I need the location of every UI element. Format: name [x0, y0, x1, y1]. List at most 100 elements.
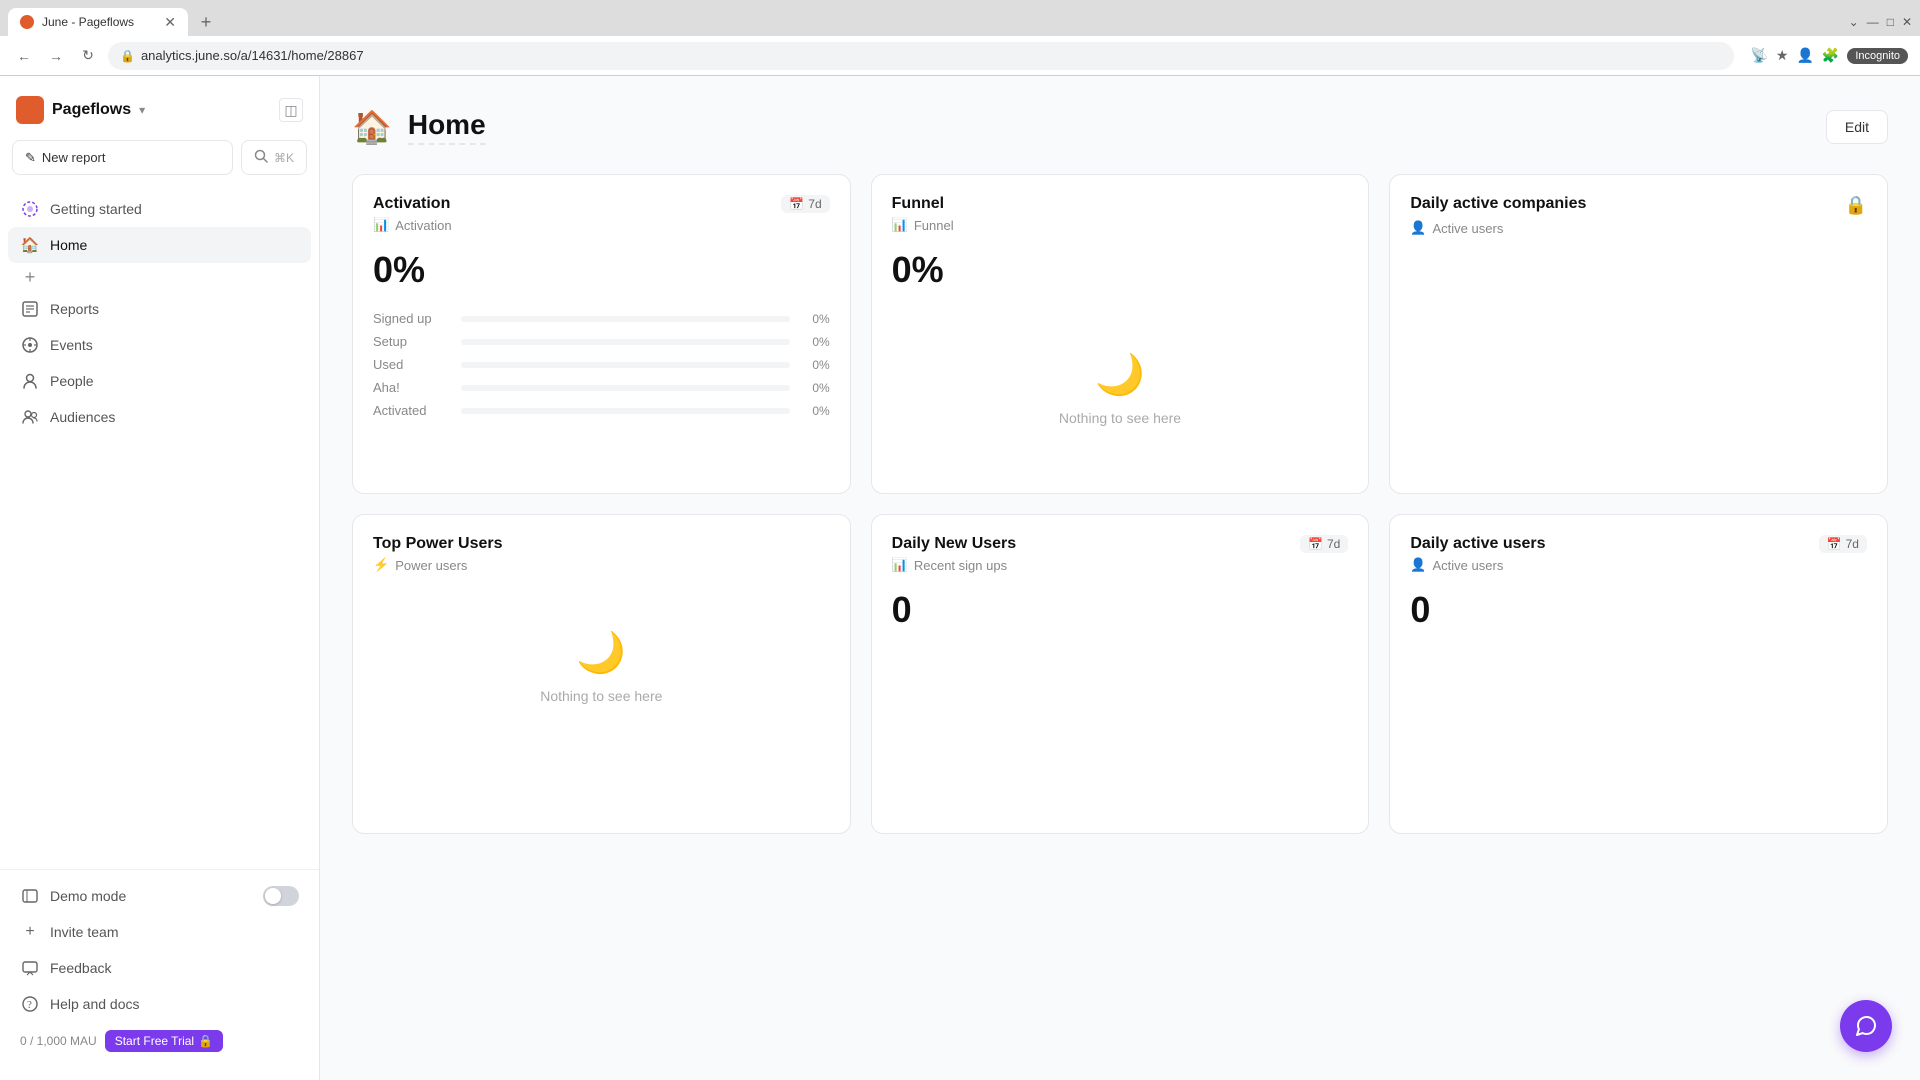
reload-btn[interactable]: ↻ — [76, 44, 100, 68]
daily-active-users-subtitle: 👤 Active users — [1410, 557, 1867, 573]
power-users-icon: ⚡ — [373, 557, 389, 573]
funnel-card-title: Funnel — [892, 195, 944, 213]
search-button[interactable]: ⌘K — [241, 140, 307, 175]
invite-team-icon: + — [20, 922, 40, 942]
daily-new-users-subtitle: 📊 Recent sign ups — [892, 557, 1349, 573]
new-report-button[interactable]: ✎ New report — [12, 140, 233, 175]
row-bar — [461, 385, 790, 391]
active-users-subtitle-text: Active users — [1433, 558, 1504, 573]
activation-subtitle: 📊 Activation — [373, 217, 830, 233]
tab-close-btn[interactable]: ✕ — [164, 14, 176, 31]
activation-subtitle-icon: 📊 — [373, 217, 389, 233]
sidebar-item-feedback[interactable]: Feedback — [8, 950, 311, 986]
extensions-btn[interactable]: 🧩 — [1822, 47, 1839, 64]
back-btn[interactable]: ← — [12, 44, 36, 68]
row-pct: 0% — [798, 312, 830, 326]
mau-bar: 0 / 1,000 MAU Start Free Trial 🔒 — [8, 1022, 311, 1060]
close-window-btn[interactable]: ✕ — [1902, 15, 1912, 29]
sidebar-item-invite-team[interactable]: + Invite team — [8, 914, 311, 950]
forward-btn[interactable]: → — [44, 44, 68, 68]
power-users-empty-text: Nothing to see here — [540, 688, 662, 704]
brand-chevron-icon: ▾ — [139, 103, 145, 117]
row-pct: 0% — [798, 358, 830, 372]
sidebar-item-people[interactable]: People — [8, 363, 311, 399]
row-bar — [461, 362, 790, 368]
funnel-value: 0% — [892, 249, 1349, 291]
sidebar-collapse-btn[interactable]: ◫ — [279, 98, 303, 122]
recent-signup-icon: 📊 — [892, 557, 908, 573]
add-section-btn[interactable]: + — [8, 263, 311, 291]
maximize-btn[interactable]: □ — [1887, 15, 1894, 29]
activation-card-header: Activation 📅 7d — [373, 195, 830, 213]
reports-icon — [20, 299, 40, 319]
cards-row-1: Activation 📅 7d 📊 Activation 0% Signed u… — [352, 174, 1888, 494]
demo-mode-icon — [20, 886, 40, 906]
active-users-icon: 👤 — [1410, 220, 1426, 236]
brand-name: Pageflows — [52, 101, 131, 119]
calendar-icon: 📅 — [1308, 537, 1323, 551]
funnel-subtitle: 📊 Funnel — [892, 217, 1349, 233]
sidebar-item-getting-started[interactable]: Getting started — [8, 191, 311, 227]
active-tab[interactable]: June - Pageflows ✕ — [8, 8, 188, 36]
profile-btn[interactable]: 👤 — [1796, 47, 1813, 64]
url-text: analytics.june.so/a/14631/home/28867 — [141, 48, 364, 63]
daily-new-users-title: Daily New Users — [892, 535, 1017, 553]
sidebar-item-reports[interactable]: Reports — [8, 291, 311, 327]
empty-icon: 🌙 — [1095, 351, 1145, 398]
row-pct: 0% — [798, 404, 830, 418]
search-shortcut: ⌘K — [274, 151, 294, 165]
edit-button[interactable]: Edit — [1826, 110, 1888, 144]
row-pct: 0% — [798, 335, 830, 349]
demo-mode-item: Demo mode — [8, 878, 311, 914]
add-icon: + — [20, 267, 40, 287]
sidebar-item-label: Help and docs — [50, 996, 140, 1012]
power-users-empty: 🌙 Nothing to see here — [373, 589, 830, 744]
activation-rows: Signed up 0% Setup 0% Used 0% — [373, 311, 830, 418]
cards-row-2: Top Power Users ⚡ Power users 🌙 Nothing … — [352, 514, 1888, 834]
daily-active-companies-title: Daily active companies — [1410, 195, 1586, 213]
new-tab-btn[interactable]: + — [192, 8, 220, 36]
sidebar-item-home[interactable]: 🏠 Home — [8, 227, 311, 263]
daily-active-users-card: Daily active users 📅 7d 👤 Active users 0 — [1389, 514, 1888, 834]
table-row: Aha! 0% — [373, 380, 830, 395]
sidebar-item-events[interactable]: Events — [8, 327, 311, 363]
browser-chrome: June - Pageflows ✕ + ⌄ — □ ✕ ← → ↻ 🔒 ana… — [0, 0, 1920, 76]
row-pct: 0% — [798, 381, 830, 395]
demo-mode-toggle[interactable] — [263, 886, 299, 906]
sidebar-item-audiences[interactable]: Audiences — [8, 399, 311, 435]
activation-badge-value: 7d — [808, 197, 821, 211]
chat-button[interactable] — [1840, 1000, 1892, 1052]
tab-list-btn[interactable]: ⌄ — [1849, 15, 1859, 29]
activation-card-title: Activation — [373, 195, 450, 213]
minimize-btn[interactable]: — — [1867, 15, 1879, 29]
sidebar-item-label: Getting started — [50, 201, 142, 217]
help-icon: ? — [20, 994, 40, 1014]
daily-new-users-badge: 📅 7d — [1300, 535, 1348, 553]
url-bar[interactable]: 🔒 analytics.june.so/a/14631/home/28867 — [108, 42, 1734, 70]
brand-logo[interactable] — [16, 96, 44, 124]
cast-btn[interactable]: 📡 — [1750, 47, 1767, 64]
bookmark-btn[interactable]: ★ — [1776, 47, 1789, 64]
svg-text:?: ? — [27, 999, 32, 1011]
funnel-card: Funnel 📊 Funnel 0% 🌙 Nothing to see here — [871, 174, 1370, 494]
lock-icon: 🔒 — [120, 49, 135, 63]
mau-text: 0 / 1,000 MAU — [20, 1034, 97, 1048]
table-row: Signed up 0% — [373, 311, 830, 326]
sidebar-footer: Demo mode + Invite team Feedback ? Help — [0, 869, 319, 1068]
daily-new-users-value: 0 — [892, 589, 1349, 631]
locked-icon: 🔒 — [1845, 195, 1867, 216]
incognito-badge: Incognito — [1847, 48, 1908, 64]
free-trial-button[interactable]: Start Free Trial 🔒 — [105, 1030, 223, 1052]
new-report-icon: ✎ — [25, 150, 36, 166]
app: Pageflows ▾ ◫ ✎ New report ⌘K — [0, 76, 1920, 1080]
main-content: 🏠 Home Edit Activation 📅 7d 📊 Activation — [320, 76, 1920, 1080]
tab-controls: ⌄ — □ ✕ — [1849, 15, 1912, 29]
sidebar-item-help[interactable]: ? Help and docs — [8, 986, 311, 1022]
address-bar: ← → ↻ 🔒 analytics.june.so/a/14631/home/2… — [0, 36, 1920, 76]
row-label: Signed up — [373, 311, 453, 326]
row-label: Used — [373, 357, 453, 372]
daily-active-users-badge: 📅 7d — [1819, 535, 1867, 553]
table-row: Activated 0% — [373, 403, 830, 418]
page-header: 🏠 Home Edit — [352, 108, 1888, 146]
sidebar-item-label: People — [50, 373, 94, 389]
